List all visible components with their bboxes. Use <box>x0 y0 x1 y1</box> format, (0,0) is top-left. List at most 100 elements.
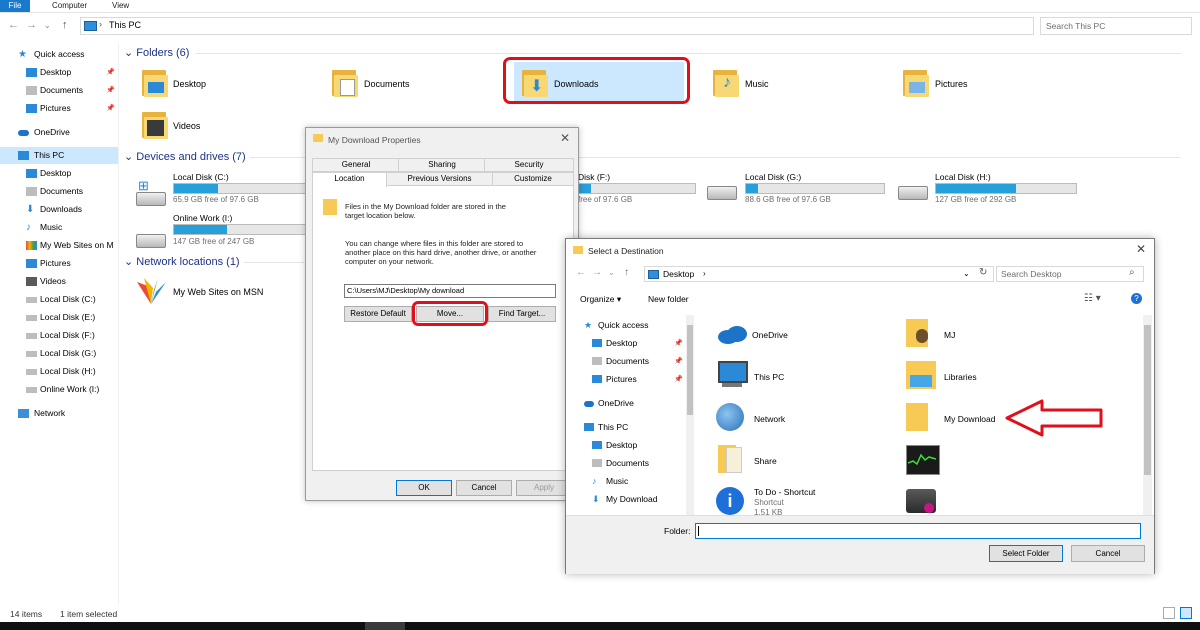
drive-usage-fill <box>174 225 227 234</box>
back-arrow-icon[interactable]: ← <box>8 19 19 31</box>
pictures-icon <box>592 375 602 383</box>
up-arrow-icon[interactable]: ↑ <box>624 267 629 278</box>
tab-customize[interactable]: Customize <box>492 172 574 186</box>
back-arrow-icon[interactable]: ← <box>576 267 586 278</box>
folder-input[interactable] <box>695 523 1141 539</box>
nav-online-work-i[interactable]: Online Work (I:) <box>0 381 118 398</box>
nav-videos[interactable]: Videos <box>0 273 118 290</box>
details-view-icon[interactable] <box>1163 607 1175 619</box>
pin-icon[interactable]: 📌 <box>106 82 115 99</box>
chevron-down-icon[interactable]: ⌄ <box>963 269 970 278</box>
target-path-input[interactable]: C:\Users\MJ\Desktop\My download <box>344 284 556 298</box>
ok-button[interactable]: OK <box>396 480 452 496</box>
properties-dialog: My Download Properties ✕ General Sharing… <box>305 127 579 501</box>
select-destination-dialog: Select a Destination ✕ ← → ⌄ ↑ Desktop ›… <box>565 238 1155 574</box>
organize-button[interactable]: Organize ▾ <box>580 294 621 305</box>
content-scrollbar[interactable] <box>1143 315 1152 515</box>
taskbar <box>0 622 1200 630</box>
tab-computer[interactable]: Computer <box>44 0 95 12</box>
address-bar[interactable]: › This PC <box>80 17 1034 35</box>
folder-label[interactable]: Desktop <box>173 79 206 89</box>
status-bar: 14 items 1 item selected <box>0 604 1200 622</box>
nav-scrollbar[interactable] <box>686 315 694 515</box>
drive-icon <box>136 234 166 248</box>
recent-dropdown-icon[interactable]: ⌄ <box>608 268 615 277</box>
drive-usage-bar <box>935 183 1077 194</box>
pin-icon[interactable]: 📌 <box>106 100 115 117</box>
search-input[interactable]: Search This PC <box>1040 17 1192 35</box>
red-highlight-downloads <box>503 57 690 104</box>
section-devices[interactable]: ⌄ Devices and drives (7) <box>124 150 1184 163</box>
new-folder-button[interactable]: New folder <box>648 294 689 304</box>
nav-local-disk-e[interactable]: Local Disk (E:) <box>0 309 118 326</box>
nav-desktop-2[interactable]: Desktop <box>0 165 118 182</box>
nav-documents-2[interactable]: Documents <box>0 183 118 200</box>
nav-local-disk-h[interactable]: Local Disk (H:) <box>0 363 118 380</box>
folder-documents[interactable] <box>330 68 360 98</box>
nav-downloads[interactable]: ⬇ Downloads <box>0 201 118 218</box>
nav-music[interactable]: ♪ Music <box>0 219 118 236</box>
scrollbar-thumb[interactable] <box>687 325 693 415</box>
drive-usage-fill <box>746 184 759 193</box>
network-location-label[interactable]: My Web Sites on MSN <box>173 287 263 297</box>
tab-general[interactable]: General <box>312 158 400 172</box>
folder-desktop[interactable] <box>140 68 170 98</box>
tab-security[interactable]: Security <box>484 158 574 172</box>
music-icon: ♪ <box>723 74 731 91</box>
nav-my-web-sites[interactable]: My Web Sites on M <box>0 237 118 254</box>
nav-local-disk-f[interactable]: Local Disk (F:) <box>0 327 118 344</box>
scrollbar-thumb[interactable] <box>1144 325 1151 475</box>
section-chevron-icon: ⌄ <box>124 47 137 59</box>
apply-button[interactable]: Apply <box>516 480 572 496</box>
tab-previous-versions[interactable]: Previous Versions <box>385 172 494 186</box>
nav-local-disk-c[interactable]: Local Disk (C:) <box>0 291 118 308</box>
cancel-button[interactable]: Cancel <box>1071 545 1145 562</box>
nav-documents[interactable]: Documents 📌 <box>0 82 118 99</box>
select-folder-button[interactable]: Select Folder <box>989 545 1063 562</box>
nav-network[interactable]: Network <box>0 405 118 422</box>
help-icon[interactable]: ? <box>1131 293 1142 304</box>
folder-label[interactable]: Videos <box>173 121 200 131</box>
close-icon[interactable]: ✕ <box>1136 242 1146 256</box>
restore-default-button[interactable]: Restore Default <box>344 306 412 322</box>
star-icon: ★ <box>18 49 27 60</box>
close-icon[interactable]: ✕ <box>560 131 570 145</box>
drive-usage-bar <box>173 183 307 194</box>
tab-location[interactable]: Location <box>312 172 387 187</box>
pin-icon[interactable]: 📌 <box>106 64 115 81</box>
find-target-button[interactable]: Find Target... <box>488 306 556 322</box>
view-options-icon[interactable]: ☷ ▾ <box>1084 293 1101 304</box>
nav-onedrive[interactable]: OneDrive <box>0 124 118 141</box>
cancel-button[interactable]: Cancel <box>456 480 512 496</box>
address-bar[interactable]: Desktop › ⌄ ↻ <box>644 266 994 282</box>
folder-videos[interactable] <box>140 110 170 140</box>
section-divider <box>244 262 304 263</box>
tab-file[interactable]: File <box>0 0 30 12</box>
folder-music[interactable]: ♪ <box>711 68 741 98</box>
tab-sharing[interactable]: Sharing <box>398 158 486 172</box>
folder-label[interactable]: Documents <box>364 79 410 89</box>
taskbar-active-app[interactable] <box>365 622 405 630</box>
nav-pictures-2[interactable]: Pictures <box>0 255 118 272</box>
search-input[interactable]: Search Desktop ⌕ <box>996 266 1144 282</box>
folder-label[interactable]: Music <box>745 79 769 89</box>
folder-label[interactable]: Pictures <box>935 79 968 89</box>
up-arrow-icon[interactable]: ↑ <box>62 19 68 31</box>
documents-icon <box>592 459 602 467</box>
recent-dropdown-icon[interactable]: ⌄ <box>44 21 51 30</box>
folder-pictures[interactable] <box>901 68 931 98</box>
forward-arrow-icon[interactable]: → <box>592 267 602 278</box>
nav-quick-access[interactable]: ★ Quick access <box>0 46 118 63</box>
forward-arrow-icon[interactable]: → <box>26 19 37 31</box>
navigation-pane: ★ Quick access Desktop 📌 Documents 📌 Pictur… <box>0 44 119 604</box>
nav-desktop[interactable]: Desktop 📌 <box>0 64 118 81</box>
nav-this-pc[interactable]: This PC <box>0 147 118 164</box>
nav-local-disk-g[interactable]: Local Disk (G:) <box>0 345 118 362</box>
pin-icon: 📌 <box>674 340 683 347</box>
tab-view[interactable]: View <box>104 0 137 12</box>
msn-butterfly-icon[interactable] <box>134 276 168 306</box>
large-icons-view-icon[interactable] <box>1180 607 1192 619</box>
refresh-icon[interactable]: ↻ <box>979 267 987 278</box>
videos-icon <box>26 277 37 286</box>
nav-pictures[interactable]: Pictures 📌 <box>0 100 118 117</box>
